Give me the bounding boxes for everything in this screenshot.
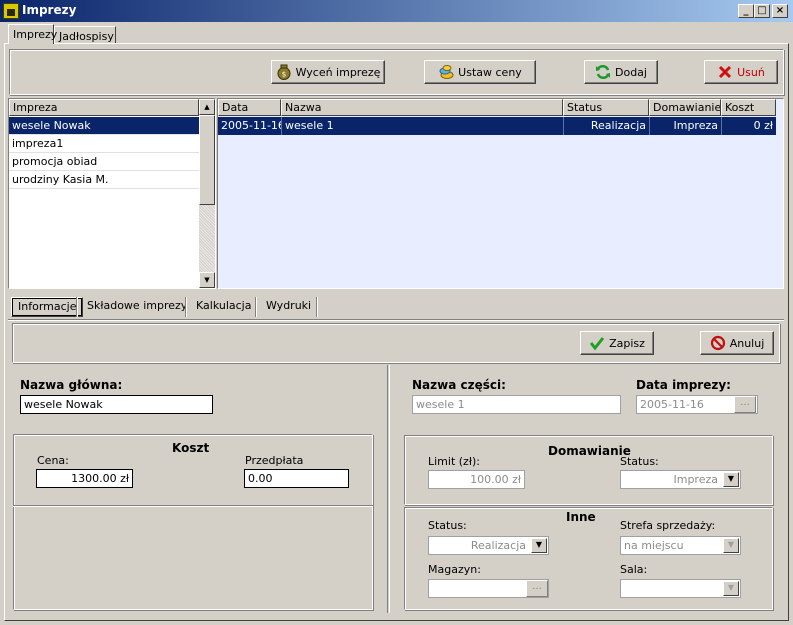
price-event-button[interactable]: $ Wyceń imprezę xyxy=(271,60,385,84)
events-list-scrollbar[interactable]: ▲ ▼ xyxy=(199,99,215,288)
add-button[interactable]: Dodaj xyxy=(584,60,658,84)
scroll-down-icon[interactable]: ▼ xyxy=(199,272,215,288)
table-cell: 0 zł xyxy=(721,117,776,135)
list-item-label: wesele Nowak xyxy=(12,119,91,132)
price-event-label: Wyceń imprezę xyxy=(295,65,381,79)
tab-label: Jadłospisy xyxy=(59,30,114,43)
table-row[interactable]: 2005-11-16 wesele 1 Realizacja Impreza 0… xyxy=(218,117,776,135)
scroll-up-icon[interactable]: ▲ xyxy=(199,99,215,115)
save-label: Zapisz xyxy=(609,336,645,350)
event-date-label: Data imprezy: xyxy=(636,378,731,392)
column-header-domawianie[interactable]: Domawianie xyxy=(649,99,721,116)
subtab-informacje[interactable]: Informacje xyxy=(11,297,84,317)
main-name-input[interactable]: wesele Nowak xyxy=(20,395,213,414)
scroll-thumb[interactable] xyxy=(199,115,215,205)
remove-button[interactable]: Usuń xyxy=(704,60,778,84)
cancel-button[interactable]: Anuluj xyxy=(700,331,774,355)
subtab-label: Wydruki xyxy=(266,299,312,312)
title-bar[interactable]: Imprezy _ □ × xyxy=(0,0,793,22)
panel-splitter xyxy=(387,365,390,613)
tab-separator xyxy=(185,297,187,317)
divider xyxy=(8,319,784,321)
tab-separator xyxy=(76,297,78,317)
warehouse-picker-button[interactable]: ... xyxy=(526,580,548,597)
toolbar-panel xyxy=(9,49,784,95)
price-label: Cena: xyxy=(37,454,69,467)
subtab-skladowe[interactable]: Składowe imprezy xyxy=(81,297,193,317)
subtab-wydruki[interactable]: Wydruki xyxy=(260,297,317,317)
limit-label: Limit (zł): xyxy=(428,455,480,468)
subtab-label: Składowe imprezy xyxy=(87,299,188,312)
column-header-data[interactable]: Data xyxy=(218,99,281,116)
cost-group-title: Koszt xyxy=(172,441,210,455)
svg-text:$: $ xyxy=(281,71,285,79)
set-prices-button[interactable]: Ustaw ceny xyxy=(424,60,536,84)
chevron-down-icon[interactable]: ▼ xyxy=(723,538,739,553)
sales-zone-label: Strefa sprzedaży: xyxy=(620,519,716,532)
warehouse-label: Magazyn: xyxy=(428,563,481,576)
tab-label: Imprezy xyxy=(13,28,58,41)
window-title: Imprezy xyxy=(22,3,77,17)
red-x-icon xyxy=(717,64,733,80)
chevron-down-icon[interactable]: ▼ xyxy=(723,472,739,487)
maximize-icon[interactable]: □ xyxy=(754,4,770,18)
subtab-kalkulacja[interactable]: Kalkulacja xyxy=(190,297,257,317)
minimize-icon[interactable]: _ xyxy=(738,4,754,18)
app-icon xyxy=(3,3,19,19)
part-name-input[interactable]: wesele 1 xyxy=(412,395,621,414)
other-status-label: Status: xyxy=(428,519,467,532)
hall-label: Sala: xyxy=(620,563,648,576)
prepayment-label: Przedpłata xyxy=(245,454,304,467)
no-entry-icon xyxy=(710,335,726,351)
chevron-down-icon[interactable]: ▼ xyxy=(531,538,547,553)
table-cell: Realizacja xyxy=(563,117,649,135)
list-item-label: impreza1 xyxy=(12,137,64,150)
list-item[interactable]: promocja obiad xyxy=(9,153,199,171)
column-header-status[interactable]: Status xyxy=(563,99,649,116)
form-button-panel xyxy=(12,323,780,363)
list-item-label: promocja obiad xyxy=(12,155,98,168)
checkmark-icon xyxy=(589,335,605,351)
set-prices-label: Ustaw ceny xyxy=(458,65,522,79)
close-icon[interactable]: × xyxy=(772,4,788,18)
ordering-status-label: Status: xyxy=(620,455,659,468)
list-item[interactable]: impreza1 xyxy=(9,135,199,153)
main-name-label: Nazwa główna: xyxy=(20,378,123,392)
add-label: Dodaj xyxy=(615,65,647,79)
price-input[interactable]: 1300.00 zł xyxy=(36,469,133,488)
chevron-down-icon[interactable]: ▼ xyxy=(723,581,739,596)
limit-input[interactable]: 100.00 zł xyxy=(428,470,525,489)
table-cell: wesele 1 xyxy=(281,117,563,135)
cancel-label: Anuluj xyxy=(729,336,765,350)
subtab-label: Informacje xyxy=(18,300,77,313)
list-item[interactable]: urodziny Kasia M. xyxy=(9,171,199,189)
column-header-nazwa[interactable]: Nazwa xyxy=(281,99,563,116)
tab-separator xyxy=(255,297,257,317)
other-group-title: Inne xyxy=(566,510,596,524)
table-cell: 2005-11-16 xyxy=(221,119,281,132)
events-list-header[interactable]: Impreza xyxy=(9,99,199,116)
list-item[interactable]: wesele Nowak xyxy=(9,117,199,135)
part-name-label: Nazwa części: xyxy=(412,378,506,392)
list-item-label: urodziny Kasia M. xyxy=(12,173,109,186)
events-list[interactable]: Impreza wesele Nowak impreza1 promocja o… xyxy=(8,98,216,289)
table-cell: Impreza xyxy=(649,117,721,135)
prepayment-input[interactable]: 0.00 xyxy=(244,469,349,488)
parts-table[interactable]: Data Nazwa Status Domawianie Koszt 2005-… xyxy=(217,98,784,289)
tab-imprezy[interactable]: Imprezy xyxy=(8,24,58,44)
save-button[interactable]: Zapisz xyxy=(580,331,654,355)
tab-jadlospisy[interactable]: Jadłospisy xyxy=(54,26,116,44)
tab-separator xyxy=(316,297,318,317)
event-date-picker-button[interactable]: ... xyxy=(734,396,756,413)
coins-icon xyxy=(438,64,454,80)
divider xyxy=(13,505,373,507)
remove-label: Usuń xyxy=(737,65,765,79)
money-bag-icon: $ xyxy=(276,64,292,80)
ordering-group-title: Domawianie xyxy=(548,444,631,458)
refresh-icon xyxy=(595,64,611,80)
subtab-label: Kalkulacja xyxy=(196,299,252,312)
column-header-koszt[interactable]: Koszt xyxy=(721,99,776,116)
